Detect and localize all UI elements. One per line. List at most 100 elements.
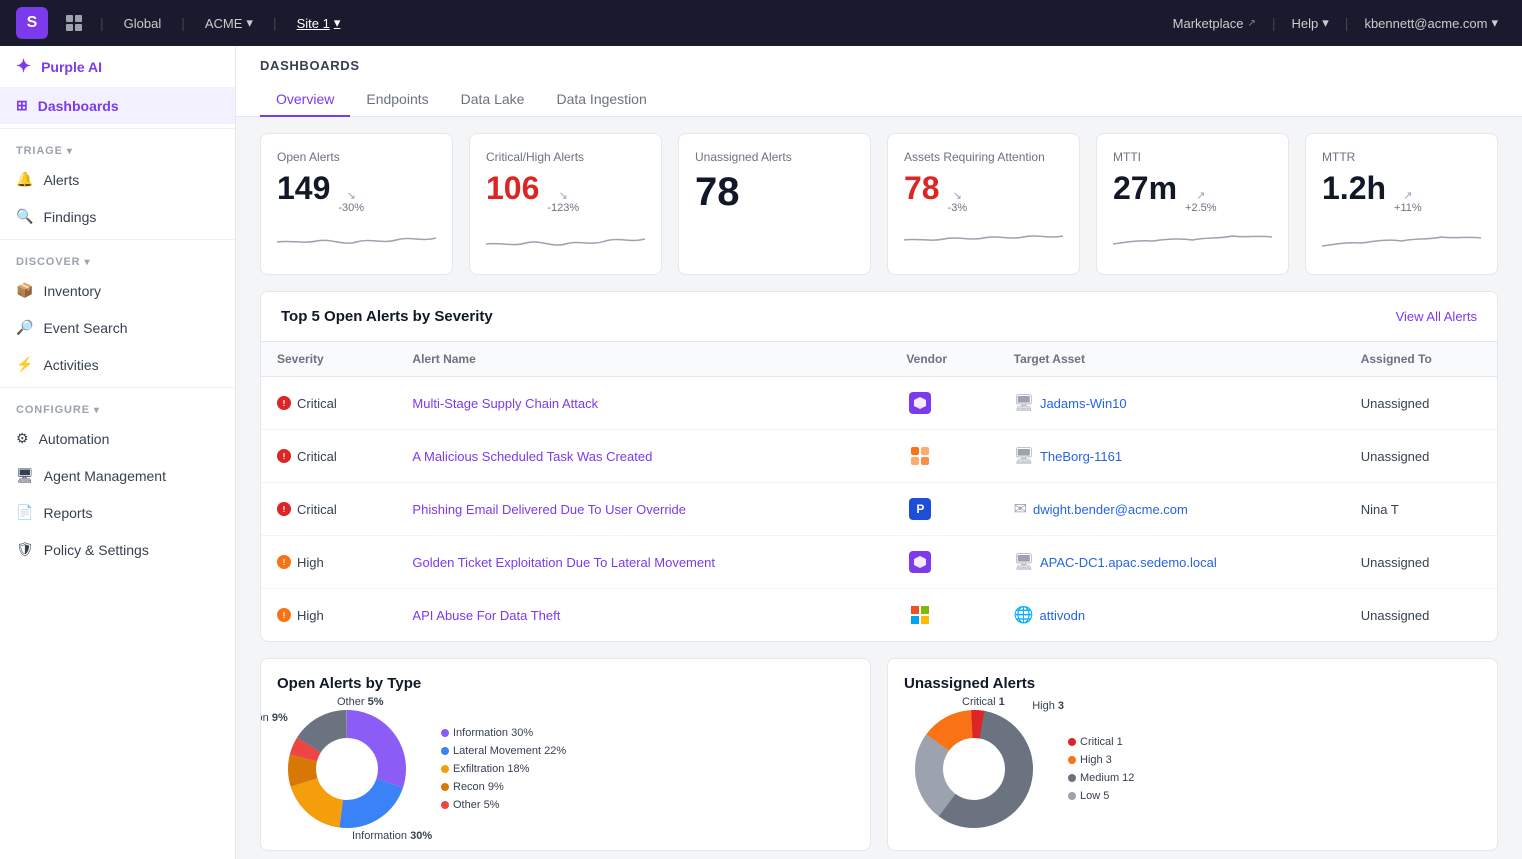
app-logo[interactable]: S <box>16 7 48 39</box>
cell-alert-name-2: A Malicious Scheduled Task Was Created <box>396 430 890 483</box>
sidebar-item-agent-management[interactable]: 🖥 Agent Management <box>0 457 235 494</box>
metric-value-row-mttr: 1.2h ↗ +11% <box>1322 172 1481 214</box>
col-target-asset: Target Asset <box>998 342 1345 377</box>
computer-icon: 🖥 <box>1014 393 1034 413</box>
dashboard-header: DASHBOARDS Overview Endpoints Data Lake … <box>236 46 1522 117</box>
label-critical-unassigned: Critical 1 <box>962 696 1005 708</box>
computer-icon-2: 🖥 <box>1014 446 1034 466</box>
sidebar-item-event-search[interactable]: 🔎 Event Search <box>0 309 235 346</box>
label-information: Information 30% <box>352 830 432 842</box>
severity-badge-4: ! High <box>277 555 380 570</box>
metric-value-row-mtti: 27m ↗ +2.5% <box>1113 172 1272 214</box>
chart-content-open-alerts-type: Other 5% Recon 9% Information 30% Inform… <box>277 704 854 834</box>
tab-data-ingestion[interactable]: Data Ingestion <box>540 83 662 117</box>
alert-link-1[interactable]: Multi-Stage Supply Chain Attack <box>412 396 598 411</box>
vendor-icon-sumo-4 <box>906 548 934 576</box>
view-all-alerts-link[interactable]: View All Alerts <box>1396 309 1477 324</box>
sumo-logic-icon-4 <box>909 551 931 573</box>
cell-assigned-1: Unassigned <box>1345 377 1497 430</box>
table-row: ! Critical A Malicious Scheduled Task Wa… <box>261 430 1497 483</box>
severity-badge-1: ! Critical <box>277 396 380 411</box>
asset-cell-3: ✉ dwight.bender@acme.com <box>1014 499 1329 519</box>
chart-open-alerts-type: Open Alerts by Type <box>260 658 871 851</box>
tab-endpoints[interactable]: Endpoints <box>350 83 444 117</box>
metric-value-mtti: 27m <box>1113 172 1177 204</box>
cell-asset-5: 🌐 attivodn <box>998 589 1345 642</box>
asset-link-1[interactable]: Jadams-Win10 <box>1040 396 1127 411</box>
sidebar-item-inventory[interactable]: 📦 Inventory <box>0 272 235 309</box>
donut-chart-open-alerts: Other 5% Recon 9% Information 30% <box>277 704 417 834</box>
inventory-icon: 📦 <box>16 282 33 299</box>
cell-severity-5: ! High <box>261 589 396 642</box>
cell-alert-name-4: Golden Ticket Exploitation Due To Latera… <box>396 536 890 589</box>
metric-change-mtti: ↗ +2.5% <box>1185 189 1217 214</box>
cell-vendor-5 <box>890 589 997 642</box>
metric-card-unassigned: Unassigned Alerts 78 <box>678 133 871 275</box>
sidebar-divider-3 <box>0 387 235 388</box>
sparkline-critical-high <box>486 222 645 258</box>
sidebar-item-policy-settings[interactable]: 🛡 Policy & Settings <box>0 531 235 568</box>
site-link[interactable]: Site 1 ▾ <box>289 11 349 35</box>
alert-link-5[interactable]: API Abuse For Data Theft <box>412 608 560 623</box>
metric-arrow-mtti: ↗ <box>1196 189 1205 202</box>
table-header-row: Severity Alert Name Vendor Target Asset … <box>261 342 1497 377</box>
metric-card-mttr: MTTR 1.2h ↗ +11% <box>1305 133 1498 275</box>
sidebar-item-activities[interactable]: ⚡ Activities <box>0 346 235 383</box>
cell-asset-3: ✉ dwight.bender@acme.com <box>998 483 1345 536</box>
vendor-icon-proofpoint: P <box>906 495 934 523</box>
metric-value-mttr: 1.2h <box>1322 172 1386 204</box>
cell-asset-4: 🖥 APAC-DC1.apac.sedemo.local <box>998 536 1345 589</box>
sidebar: ✦ Purple AI ⊞ Dashboards TRIAGE ▾ 🔔 Aler… <box>0 46 236 859</box>
asset-cell-5: 🌐 attivodn <box>1014 605 1329 625</box>
tab-overview[interactable]: Overview <box>260 83 350 117</box>
purple-ai-icon: ✦ <box>16 56 31 77</box>
metric-arrow-critical-high: ↘ <box>559 189 568 202</box>
sidebar-item-dashboards[interactable]: ⊞ Dashboards <box>0 87 235 124</box>
asset-link-2[interactable]: TheBorg-1161 <box>1040 449 1122 464</box>
legend-medium-unassigned: Medium 12 <box>1068 772 1134 784</box>
help-link[interactable]: Help ▾ <box>1284 11 1337 35</box>
cell-severity-1: ! Critical <box>261 377 396 430</box>
vendor-icon-microsoft <box>906 601 934 629</box>
sidebar-divider-2 <box>0 239 235 240</box>
metric-value-unassigned: 78 <box>695 172 740 212</box>
cell-assigned-2: Unassigned <box>1345 430 1497 483</box>
metric-arrow-mttr: ↗ <box>1403 189 1412 202</box>
chart-legend-open-alerts: Information 30% Lateral Movement 22% Exf… <box>441 727 566 811</box>
col-severity: Severity <box>261 342 396 377</box>
alert-link-2[interactable]: A Malicious Scheduled Task Was Created <box>412 449 652 464</box>
alert-link-3[interactable]: Phishing Email Delivered Due To User Ove… <box>412 502 686 517</box>
cell-alert-name-3: Phishing Email Delivered Due To User Ove… <box>396 483 890 536</box>
metric-change-assets: ↘ -3% <box>948 189 968 214</box>
critical-dot-icon-3: ! <box>277 502 291 516</box>
sidebar-item-alerts[interactable]: 🔔 Alerts <box>0 161 235 198</box>
proofpoint-icon: P <box>909 498 931 520</box>
alert-link-4[interactable]: Golden Ticket Exploitation Due To Latera… <box>412 555 715 570</box>
user-menu[interactable]: kbennett@acme.com ▾ <box>1356 11 1506 35</box>
asset-link-4[interactable]: APAC-DC1.apac.sedemo.local <box>1040 555 1217 570</box>
high-dot-icon-4: ! <box>277 555 291 569</box>
acme-link[interactable]: ACME ▾ <box>197 11 261 35</box>
metric-card-open-alerts: Open Alerts 149 ↘ -30% <box>260 133 453 275</box>
metric-value-row-unassigned: 78 <box>695 172 854 212</box>
global-link[interactable]: Global <box>116 12 170 35</box>
asset-link-5[interactable]: attivodn <box>1040 608 1086 623</box>
legend-lateral: Lateral Movement 22% <box>441 745 566 757</box>
metric-label-open-alerts: Open Alerts <box>277 150 436 164</box>
sidebar-item-automation[interactable]: ⚙ Automation <box>0 420 235 457</box>
chart-legend-unassigned: Critical 1 High 3 Medium 12 Low 5 <box>1068 736 1134 802</box>
sidebar-item-purple-ai[interactable]: ✦ Purple AI <box>0 46 235 87</box>
sidebar-item-reports[interactable]: 📄 Reports <box>0 494 235 531</box>
reports-icon: 📄 <box>16 504 33 521</box>
tab-data-lake[interactable]: Data Lake <box>445 83 541 117</box>
cell-assigned-5: Unassigned <box>1345 589 1497 642</box>
alerts-icon: 🔔 <box>16 171 33 188</box>
sparkline-assets <box>904 222 1063 258</box>
asset-link-3[interactable]: dwight.bender@acme.com <box>1033 502 1188 517</box>
legend-exfiltration: Exfiltration 18% <box>441 763 566 775</box>
sparkline-open-alerts <box>277 222 436 258</box>
metric-arrow-assets: ↘ <box>953 189 962 202</box>
asset-cell-1: 🖥 Jadams-Win10 <box>1014 393 1329 413</box>
sidebar-item-findings[interactable]: 🔍 Findings <box>0 198 235 235</box>
marketplace-link[interactable]: Marketplace ↗ <box>1165 12 1264 35</box>
